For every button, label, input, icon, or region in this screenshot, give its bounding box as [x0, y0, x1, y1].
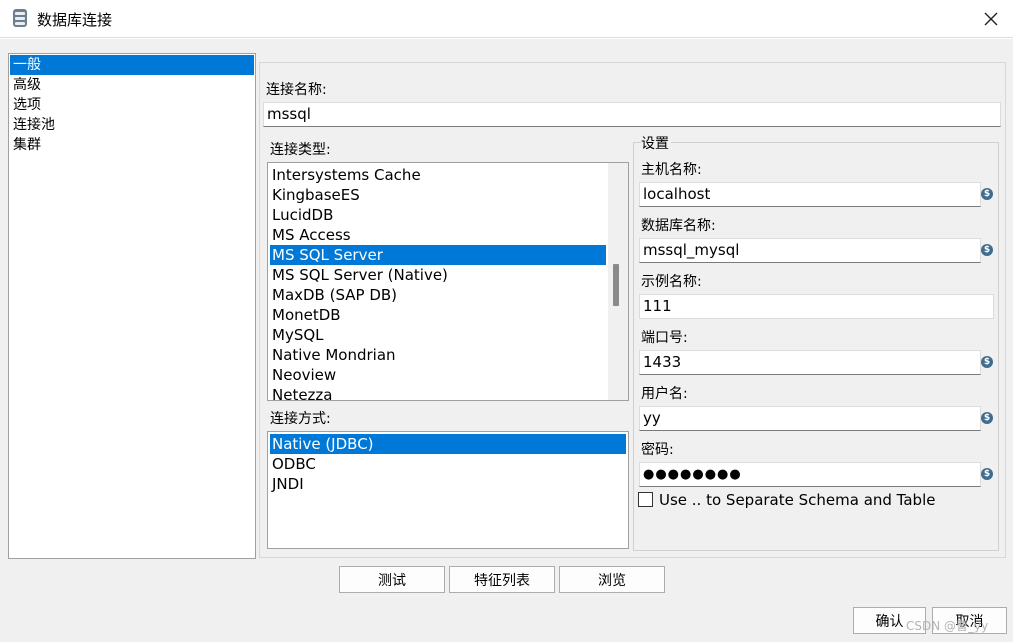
variable-icon[interactable]: $: [981, 412, 993, 424]
list-item[interactable]: Neoview: [270, 365, 606, 385]
password-label: 密码:: [641, 442, 674, 458]
port-label: 端口号:: [641, 330, 688, 346]
list-item[interactable]: ODBC: [270, 454, 626, 474]
host-label: 主机名称:: [641, 162, 702, 178]
list-item[interactable]: MySQL: [270, 325, 606, 345]
title-bar: 数据库连接: [0, 0, 1013, 38]
category-list[interactable]: 一般 高级 选项 连接池 集群: [8, 53, 256, 559]
list-item-selected[interactable]: Native (JDBC): [270, 434, 626, 454]
window-title: 数据库连接: [37, 11, 113, 29]
nav-item-pooling[interactable]: 连接池: [10, 115, 254, 135]
database-label: 数据库名称:: [641, 218, 716, 234]
nav-item-general[interactable]: 一般: [10, 55, 254, 75]
nav-item-options[interactable]: 选项: [10, 95, 254, 115]
list-item[interactable]: MS SQL Server (Native): [270, 265, 606, 285]
database-icon: [13, 9, 27, 27]
feature-list-button[interactable]: 特征列表: [449, 566, 555, 593]
access-method-list[interactable]: Native (JDBC) ODBC JNDI: [267, 431, 629, 549]
scrollbar-thumb[interactable]: [613, 264, 619, 306]
list-item[interactable]: LucidDB: [270, 205, 606, 225]
list-item[interactable]: JNDI: [270, 474, 626, 494]
test-button[interactable]: 测试: [339, 566, 445, 593]
variable-icon[interactable]: $: [981, 468, 993, 480]
list-item[interactable]: MS Access: [270, 225, 606, 245]
settings-group-title: 设置: [641, 133, 671, 153]
watermark: CSDN @曹_yy: [906, 619, 989, 633]
instance-input[interactable]: 111: [639, 294, 994, 319]
list-item[interactable]: Netezza: [270, 385, 606, 400]
close-button[interactable]: [975, 4, 1007, 34]
port-input[interactable]: 1433: [639, 350, 981, 375]
host-input[interactable]: localhost: [639, 182, 981, 207]
connection-type-label: 连接类型:: [270, 142, 331, 158]
variable-icon[interactable]: $: [981, 244, 993, 256]
connection-name-input[interactable]: mssql: [263, 102, 1001, 127]
nav-item-advanced[interactable]: 高级: [10, 75, 254, 95]
password-input[interactable]: ●●●●●●●●: [639, 462, 981, 487]
connection-name-label: 连接名称:: [266, 82, 327, 98]
list-item[interactable]: Intersystems Cache: [270, 165, 606, 185]
variable-icon[interactable]: $: [981, 356, 993, 368]
access-method-label: 连接方式:: [270, 411, 331, 427]
instance-label: 示例名称:: [641, 274, 702, 290]
separate-schema-label[interactable]: Use .. to Separate Schema and Table: [659, 491, 935, 509]
list-item[interactable]: MonetDB: [270, 305, 606, 325]
user-input[interactable]: yy: [639, 406, 981, 431]
explore-button[interactable]: 浏览: [559, 566, 665, 593]
user-label: 用户名:: [641, 386, 688, 402]
dialog-body: 一般 高级 选项 连接池 集群 连接名称: mssql 连接类型: Inters…: [0, 39, 1013, 642]
variable-icon[interactable]: $: [981, 188, 993, 200]
nav-item-cluster[interactable]: 集群: [10, 135, 254, 155]
database-input[interactable]: mssql_mysql: [639, 238, 981, 263]
separate-schema-checkbox[interactable]: [638, 492, 653, 507]
list-item[interactable]: Native Mondrian: [270, 345, 606, 365]
connection-type-list[interactable]: Intersystems Cache KingbaseES LucidDB MS…: [267, 162, 629, 401]
list-item-selected[interactable]: MS SQL Server: [270, 245, 606, 265]
close-icon: [984, 12, 998, 26]
connection-type-scrollbar[interactable]: [608, 163, 628, 400]
list-item[interactable]: KingbaseES: [270, 185, 606, 205]
list-item[interactable]: MaxDB (SAP DB): [270, 285, 606, 305]
